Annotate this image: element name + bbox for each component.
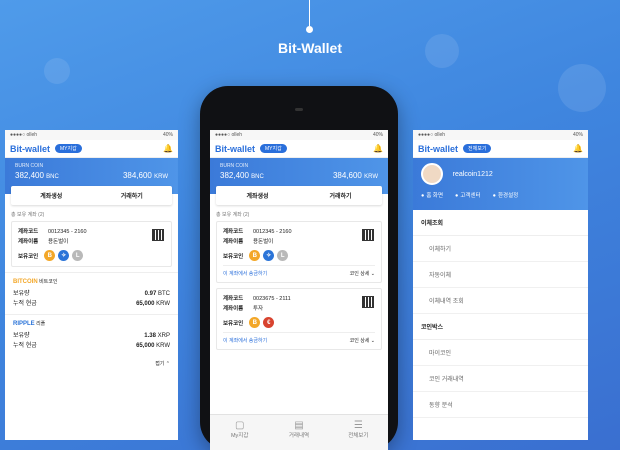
coin-label: BURN COIN <box>15 163 44 169</box>
account-card[interactable]: 계좌코드 0012345 - 2160 계좌이름 용돈벌이 보유코인 B ✧ L <box>11 221 172 267</box>
menu-transfer[interactable]: 이체하기 <box>413 236 588 262</box>
nav-all[interactable]: ☰ 전체보기 <box>329 415 388 450</box>
my-wallet-pill[interactable]: MY지갑 <box>55 144 82 153</box>
account-card[interactable]: 계좌코드 0012345 - 2160 계좌이름 용돈벌이 보유코인 B ✧ L 이… <box>216 221 382 283</box>
app-bar: Bit-wallet MY지갑 🔔 <box>5 140 178 158</box>
username: realcoin1212 <box>452 170 493 178</box>
ripple-icon: ✧ <box>263 250 275 261</box>
status-bar: ●●●●○ olleh 40% <box>5 130 178 140</box>
litecoin-icon: L <box>72 250 84 261</box>
bell-icon[interactable]: 🔔 <box>573 144 583 153</box>
litecoin-icon: L <box>277 250 289 261</box>
account-code: 0012345 - 2160 <box>48 229 87 235</box>
app-name: Bit-wallet <box>10 143 51 154</box>
action-tabs: 계좌생성 거래하기 <box>11 186 172 205</box>
left-screen: ●●●●○ olleh 40% Bit-wallet MY지갑 🔔 BURN C… <box>5 130 178 440</box>
bell-icon[interactable]: 🔔 <box>163 144 173 153</box>
bg-bubble <box>44 58 70 84</box>
bitcoin-icon: B <box>249 250 261 261</box>
coin-icon: € <box>263 317 275 328</box>
send-link[interactable]: 이 계좌에서 송금하기 <box>223 270 267 277</box>
tab-trade[interactable]: 거래하기 <box>299 186 382 205</box>
bitcoin-icon: B <box>249 317 261 328</box>
menu-trend-analysis[interactable]: 동향 분석 <box>413 392 588 418</box>
center-screen: ●●●●○ olleh 40% Bit-wallet MY지갑 🔔 BURN CO… <box>210 130 388 450</box>
my-wallet-pill[interactable]: MY지갑 <box>260 144 287 153</box>
nav-my-wallet[interactable]: ▢ My지갑 <box>210 415 269 450</box>
settings-shortcut[interactable]: 환경설정 <box>493 191 518 199</box>
qr-code-icon[interactable] <box>362 229 374 241</box>
account-name: 용돈벌이 <box>48 239 69 245</box>
wallet-icon: ▢ <box>234 420 245 431</box>
carrier: ●●●●○ olleh <box>10 132 38 138</box>
bell-icon[interactable]: 🔔 <box>373 144 383 153</box>
krw-balance: 384,600 KRW <box>122 171 168 180</box>
tab-trade[interactable]: 거래하기 <box>92 186 173 205</box>
menu-my-coin[interactable]: 마이코인 <box>413 340 588 366</box>
status-bar: ●●●●○ olleh 40% <box>413 130 588 140</box>
coin-detail-link[interactable]: 코인 상세 ⌄ <box>350 270 375 277</box>
bitcoin-icon: B <box>44 250 56 261</box>
fold-button[interactable]: 접기 ⌃ <box>5 356 178 371</box>
accounts-label: 총 보유 계좌 (2) <box>11 212 45 218</box>
menu-coin-history[interactable]: 코인 거래내역 <box>413 366 588 392</box>
tab-create-account[interactable]: 계좌생성 <box>216 186 299 205</box>
account-card[interactable]: 계좌코드 0023675 - 2111 계좌이름 투자 보유코인 B € 이 계좌에… <box>216 288 382 350</box>
profile-header: realcoin1212 홈 화면 고객센터 환경설정 <box>413 158 588 210</box>
app-bar: Bit-wallet 전체보기 🔔 <box>413 140 588 158</box>
asset-ripple[interactable]: RIPPLE 리플 보유량 1.38 XRP 누적 현금 65,000 KRW <box>5 314 178 356</box>
support-shortcut[interactable]: 고객센터 <box>455 191 480 199</box>
bottom-nav: ▢ My지갑 ▤ 거래내역 ☰ 전체보기 <box>210 414 388 450</box>
qr-code-icon[interactable] <box>362 296 374 308</box>
phone-speaker <box>295 108 303 111</box>
menu-auto-transfer[interactable]: 자동이체 <box>413 262 588 288</box>
bg-bubble <box>558 64 606 112</box>
menu-group-coinbox: 코인박스 <box>413 314 588 340</box>
right-screen: ●●●●○ olleh 40% Bit-wallet 전체보기 🔔 realcoi… <box>413 130 588 440</box>
send-link[interactable]: 이 계좌에서 송금하기 <box>223 337 267 344</box>
view-all-pill[interactable]: 전체보기 <box>463 144 492 153</box>
menu-icon: ☰ <box>353 420 363 431</box>
tab-create-account[interactable]: 계좌생성 <box>11 186 92 205</box>
decor-line <box>309 0 310 26</box>
qr-code-icon[interactable] <box>152 229 164 241</box>
ripple-icon: ✧ <box>58 250 70 261</box>
history-icon: ▤ <box>294 420 304 431</box>
coin-detail-link[interactable]: 코인 상세 ⌄ <box>350 337 375 344</box>
battery: 40% <box>162 132 173 138</box>
accounts-label: 총 보유 계좌 (2) <box>216 212 250 218</box>
home-shortcut[interactable]: 홈 화면 <box>421 191 443 199</box>
phone-frame: ●●●●○ olleh 40% Bit-wallet MY지갑 🔔 BURN CO… <box>200 86 398 450</box>
action-tabs: 계좌생성 거래하기 <box>216 186 382 205</box>
hero-title: Bit-Wallet <box>277 40 343 56</box>
decor-dot <box>306 26 313 33</box>
status-bar: ●●●●○ olleh 40% <box>210 130 388 140</box>
avatar <box>421 163 443 185</box>
bnc-balance: 382,400 BNC <box>15 171 59 180</box>
menu-group-transfer: 이체조회 <box>413 210 588 236</box>
asset-bitcoin[interactable]: BITCOIN 비트코인 보유량 0.97 BTC 누적 현금 65,000 KRW <box>5 272 178 314</box>
app-bar: Bit-wallet MY지갑 🔔 <box>210 140 388 158</box>
nav-history[interactable]: ▤ 거래내역 <box>269 415 328 450</box>
menu-transfer-history[interactable]: 이체내역 조회 <box>413 288 588 314</box>
